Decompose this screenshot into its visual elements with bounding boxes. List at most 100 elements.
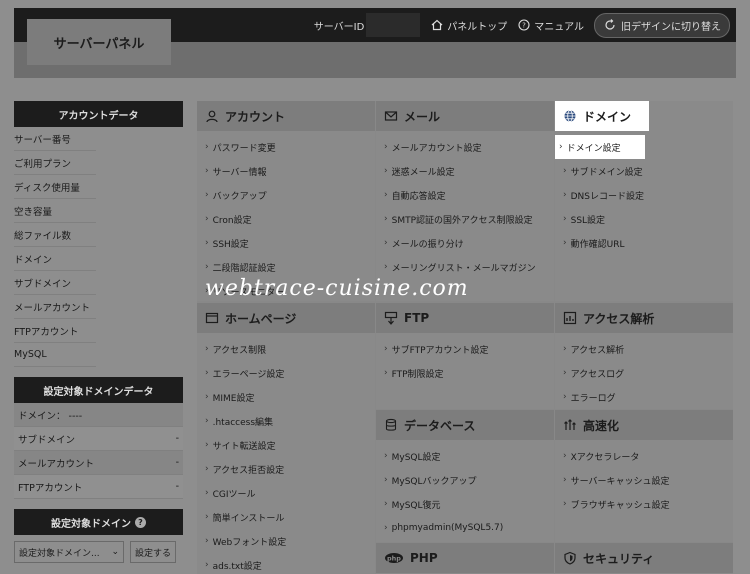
section-ftp: FTP › サブFTPアカウント設定 › FTP制限設定 (376, 303, 554, 409)
menu-item[interactable]: › ads.txt設定 (205, 553, 375, 574)
menu-item[interactable]: › アクセスログ (563, 361, 733, 385)
menu-item[interactable]: › Cron設定 (205, 207, 375, 231)
section-menu: › Xアクセラレータ › サーバーキャッシュ設定 › ブラウザキャッシュ設定 (555, 440, 733, 516)
row-label: サブドメイン (18, 434, 76, 446)
menu-item[interactable]: › メールアカウント設定 (384, 135, 554, 159)
menu-item[interactable]: › サブFTPアカウント設定 (384, 337, 554, 361)
old-design-label: 旧デザインに切り替え (621, 21, 721, 33)
menu-item[interactable]: › ドメイン設定 (555, 135, 645, 159)
menu-item[interactable]: › メールの振り分け (384, 231, 554, 255)
menu-item[interactable]: › SSH設定 (205, 231, 375, 255)
globe-icon (564, 110, 576, 122)
menu-item[interactable]: › 自動応答設定 (384, 183, 554, 207)
menu-item[interactable]: › アクセス制限 (205, 337, 375, 361)
menu-item-label: MIME設定 (212, 393, 255, 404)
chevron-right-icon: › (205, 344, 209, 354)
help-icon[interactable]: ? (135, 516, 146, 528)
server-id-value (366, 13, 421, 37)
manual-link[interactable]: ? マニュアル (517, 18, 584, 33)
menu-item[interactable]: › Xアクセラレータ (563, 444, 733, 468)
menu-item[interactable]: › DNSレコード設定 (563, 183, 733, 207)
row-label: メールアカウント (18, 458, 95, 470)
set-domain-button[interactable]: 設定する (130, 541, 176, 563)
menu-item[interactable]: › サブドメイン設定 (563, 159, 733, 183)
chevron-right-icon: › (205, 464, 209, 474)
panel-title: サーバーパネル (27, 19, 171, 65)
section-header: php PHP (376, 543, 554, 573)
menu-item[interactable]: › サーバー情報 (205, 159, 375, 183)
section-menu: › ドメイン設定 › サブドメイン設定 › DNSレコード設定 › SSL設定 › 動作確… (555, 131, 733, 255)
list-item: 空き容量 (14, 199, 96, 223)
menu-item-label: エラーログ (570, 393, 616, 404)
menu-item[interactable]: › MySQL復元 (384, 492, 554, 516)
chevron-right-icon: › (384, 166, 388, 176)
row-value: - (175, 481, 179, 492)
chevron-right-icon: › (563, 166, 567, 176)
chevron-right-icon: › (563, 344, 567, 354)
menu-item[interactable]: › MySQLバックアップ (384, 468, 554, 492)
list-item: ドメイン (14, 247, 96, 271)
list-item: ディスク使用量 (14, 175, 96, 199)
target-domain-title: 設定対象ドメイン ? (14, 509, 183, 535)
refresh-icon (605, 19, 615, 30)
menu-item-label: メールの振り分け (391, 239, 464, 250)
chevron-right-icon: › (563, 368, 567, 378)
menu-item[interactable]: › .htaccess編集 (205, 409, 375, 433)
list-item: ご利用プラン (14, 151, 96, 175)
menu-item-label: Webフォント設定 (212, 537, 287, 548)
chevron-right-icon: › (205, 560, 209, 570)
menu-item[interactable]: › SSL設定 (563, 207, 733, 231)
menu-item[interactable]: › SMTP認証の国外アクセス制限設定 (384, 207, 554, 231)
menu-item-label: バックアップ (212, 191, 267, 202)
shield-icon (564, 551, 576, 565)
chevron-right-icon: › (563, 238, 567, 248)
section-menu: › アクセス解析 › アクセスログ › エラーログ (555, 333, 733, 409)
menu-item[interactable]: › サーバーキャッシュ設定 (563, 468, 733, 492)
section-security: セキュリティ (555, 543, 733, 574)
menu-item[interactable]: › 簡単インストール (205, 505, 375, 529)
menu-item[interactable]: › バックアップ (205, 183, 375, 207)
menu-item-label: ドメイン設定 (566, 143, 621, 154)
chevron-right-icon: › (384, 190, 388, 200)
section-title: セキュリティ (583, 551, 655, 566)
menu-item[interactable]: › 迷惑メール設定 (384, 159, 554, 183)
menu-item[interactable]: › ブラウザキャッシュ設定 (563, 492, 733, 516)
menu-item[interactable]: › Webフォント設定 (205, 529, 375, 553)
chevron-right-icon: › (563, 451, 567, 461)
list-item: サーバー番号 (14, 127, 96, 151)
menu-item-label: メールアカウント設定 (391, 143, 482, 154)
section-header: 高速化 (555, 410, 733, 440)
target-domain-select[interactable]: 設定対象ドメイン... ⌄ (14, 541, 124, 563)
menu-item[interactable]: › FTP制限設定 (384, 361, 554, 385)
list-item: MySQL (14, 343, 96, 367)
menu-item[interactable]: › 動作確認URL (563, 231, 733, 255)
target-domain-title-text: 設定対象ドメイン (51, 518, 131, 530)
menu-item[interactable]: › エラーページ設定 (205, 361, 375, 385)
chevron-right-icon: › (205, 190, 209, 200)
menu-item[interactable]: › MIME設定 (205, 385, 375, 409)
chevron-right-icon: › (205, 238, 209, 248)
panel-top-link[interactable]: パネルトップ (430, 18, 507, 33)
chevron-right-icon: › (205, 416, 209, 426)
menu-item[interactable]: › CGIツール (205, 481, 375, 505)
menu-item[interactable]: › アクセス拒否設定 (205, 457, 375, 481)
menu-item-label: .htaccess編集 (212, 417, 274, 428)
chevron-right-icon: › (563, 214, 567, 224)
menu-item-label: 動作確認URL (570, 239, 625, 250)
menu-item[interactable]: › phpmyadmin(MySQL5.7) (384, 516, 554, 540)
chevron-down-icon: ⌄ (111, 547, 119, 557)
menu-item[interactable]: › MySQL設定 (384, 444, 554, 468)
menu-item-label: サーバー情報 (212, 167, 267, 178)
svg-text:?: ? (522, 22, 526, 30)
menu-item[interactable]: › アクセス解析 (563, 337, 733, 361)
menu-item[interactable]: › パスワード変更 (205, 135, 375, 159)
section-header: ドメイン (555, 101, 649, 131)
table-row: サブドメイン - (14, 427, 183, 451)
chevron-right-icon: › (205, 536, 209, 546)
menu-item[interactable]: › エラーログ (563, 385, 733, 409)
menu-item[interactable]: › サイト転送設定 (205, 433, 375, 457)
old-design-button[interactable]: 旧デザインに切り替え (594, 12, 730, 38)
row-value: - (175, 433, 179, 444)
section-database: データベース › MySQL設定 › MySQLバックアップ › MySQL復元 › p… (376, 410, 554, 542)
section-header: セキュリティ (555, 543, 733, 573)
